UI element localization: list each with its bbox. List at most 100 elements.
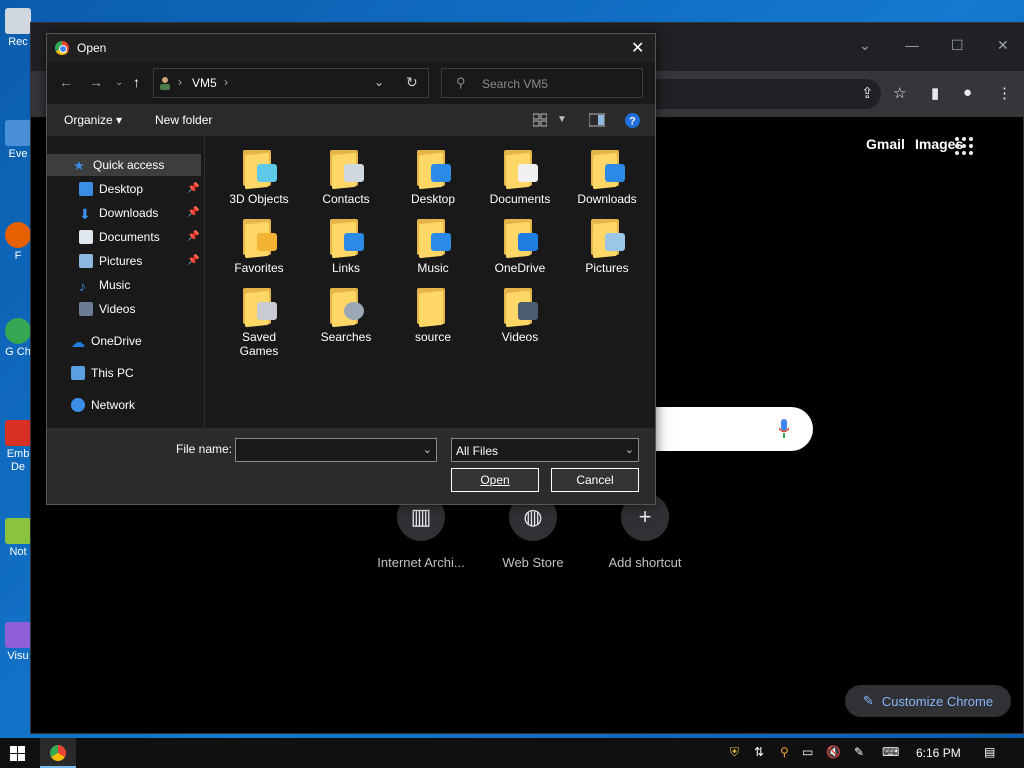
recent-locations-chevron-icon[interactable]: ⌄	[115, 77, 123, 88]
open-button[interactable]: Open	[451, 468, 539, 492]
menu-kebab-icon[interactable]: ⋮	[997, 84, 1012, 102]
gmail-link[interactable]: Gmail	[866, 136, 905, 152]
side-panel-icon[interactable]: ▮	[931, 84, 939, 102]
folder-saved-games[interactable]: Saved Games	[216, 286, 302, 358]
cancel-button[interactable]: Cancel	[551, 468, 639, 492]
breadcrumb-vm5[interactable]: VM5	[192, 76, 217, 90]
display-icon[interactable]: ▭	[802, 745, 813, 759]
pin-icon: 📌	[187, 255, 200, 266]
folder-icon	[500, 148, 540, 190]
microphone-icon[interactable]	[779, 419, 789, 439]
nav-item-downloads[interactable]: ⬇ Downloads	[79, 203, 158, 223]
nav-this-pc[interactable]: This PC	[71, 363, 134, 383]
customize-chrome-label: Customize Chrome	[881, 693, 994, 709]
visual-studio-icon	[5, 622, 31, 648]
preview-pane-icon[interactable]	[589, 113, 605, 127]
nav-label: Documents	[99, 230, 160, 244]
folder-source[interactable]: source	[390, 286, 476, 344]
apps-grid-icon[interactable]	[955, 137, 973, 155]
folder-links[interactable]: Links	[303, 217, 389, 275]
organize-label: Organize	[64, 113, 113, 127]
folder-desktop[interactable]: Desktop	[390, 148, 476, 206]
profile-icon[interactable]: ●	[963, 84, 972, 101]
notifications-icon[interactable]: ▤	[984, 745, 995, 759]
network-icon	[71, 398, 85, 412]
folder-music[interactable]: Music	[390, 217, 476, 275]
folder-searches[interactable]: Searches	[303, 286, 389, 344]
folder-3d-objects[interactable]: 3D Objects	[216, 148, 302, 206]
film-icon	[79, 302, 93, 316]
folder-icon	[587, 148, 627, 190]
refresh-icon[interactable]: ↻	[406, 74, 418, 91]
nav-item-desktop[interactable]: Desktop	[79, 179, 143, 199]
nav-item-music[interactable]: ♪ Music	[79, 275, 130, 295]
folder-icon	[239, 286, 279, 328]
organize-button[interactable]: Organize ▾	[64, 113, 122, 127]
chrome-icon	[50, 745, 66, 761]
nav-item-documents[interactable]: Documents	[79, 227, 160, 247]
folder-favorites[interactable]: Favorites	[216, 217, 302, 275]
pen-icon[interactable]: ✎	[854, 745, 864, 759]
minimize-icon[interactable]: —	[905, 37, 919, 53]
folder-pictures[interactable]: Pictures	[564, 217, 650, 275]
folder-label: Pictures	[585, 261, 629, 275]
nav-label: Desktop	[99, 182, 144, 196]
volume-muted-icon[interactable]: 🔇	[826, 745, 841, 759]
address-bar[interactable]	[631, 79, 881, 109]
nav-label: This PC	[91, 366, 134, 380]
share-icon[interactable]: ⇪	[861, 84, 874, 102]
navigation-pane: ★ Quick access Desktop 📌 ⬇ Downloads 📌 D…	[47, 136, 205, 428]
chevron-down-icon[interactable]: ⌄	[859, 37, 871, 54]
back-arrow-icon[interactable]: ←	[59, 74, 73, 90]
nav-quick-access[interactable]: ★ Quick access	[73, 155, 164, 175]
folder-documents[interactable]: Documents	[477, 148, 563, 206]
search-tool-icon[interactable]: ⚲	[780, 745, 789, 759]
forward-arrow-icon[interactable]: →	[89, 74, 103, 90]
folder-icon	[413, 217, 453, 259]
help-icon[interactable]: ?	[625, 113, 640, 128]
folder-videos[interactable]: Videos	[477, 286, 563, 344]
chevron-right-icon[interactable]: ›	[224, 75, 228, 89]
clock[interactable]: 6:16 PM	[916, 746, 961, 760]
address-bar[interactable]: › VM5 › ⌄ ↻	[153, 68, 429, 98]
maximize-icon[interactable]: ☐	[951, 37, 964, 54]
search-placeholder: Search VM5	[482, 77, 549, 91]
search-box[interactable]: ⚲ Search VM5	[441, 68, 643, 98]
folder-label: Links	[331, 261, 360, 275]
taskbar-chrome-button[interactable]	[40, 738, 76, 768]
address-dropdown-chevron-icon[interactable]: ⌄	[374, 75, 384, 89]
nav-item-videos[interactable]: Videos	[79, 299, 135, 319]
folder-contacts[interactable]: Contacts	[303, 148, 389, 206]
close-icon[interactable]: ✕	[631, 38, 644, 58]
keyboard-icon[interactable]: ⌨	[882, 745, 899, 759]
chevron-down-icon[interactable]: ⌄	[423, 443, 432, 456]
pencil-icon: ✎	[862, 693, 874, 708]
shield-icon[interactable]: ⛨	[730, 745, 739, 760]
file-name-field[interactable]: ⌄	[235, 438, 437, 462]
view-dropdown-icon[interactable]: ▼	[557, 114, 567, 125]
folder-icon	[413, 286, 453, 328]
folder-downloads[interactable]: Downloads	[564, 148, 650, 206]
file-type-select[interactable]: All Files ⌄	[451, 438, 639, 462]
new-folder-button[interactable]: New folder	[155, 113, 212, 127]
nav-onedrive[interactable]: ☁ OneDrive	[71, 331, 142, 351]
folder-label: OneDrive	[494, 261, 546, 275]
folder-label: Contacts	[322, 192, 370, 206]
customize-chrome-button[interactable]: ✎ Customize Chrome	[845, 685, 1011, 717]
app-icon	[5, 120, 31, 146]
network-icon[interactable]: ⇅	[754, 745, 764, 759]
cancel-button-label: Cancel	[576, 473, 614, 487]
nav-item-pictures[interactable]: Pictures	[79, 251, 142, 271]
up-arrow-icon[interactable]: ↑	[133, 74, 140, 90]
cloud-icon: ☁	[71, 334, 85, 350]
folder-onedrive[interactable]: OneDrive	[477, 217, 563, 275]
close-icon[interactable]: ✕	[997, 37, 1009, 54]
bookmark-star-icon[interactable]: ☆	[893, 84, 906, 102]
nav-label: Music	[99, 278, 131, 292]
windows-start-icon[interactable]	[10, 746, 25, 761]
search-icon: ⚲	[456, 75, 466, 90]
view-options-icon[interactable]	[533, 113, 547, 127]
pin-icon: 📌	[187, 207, 200, 218]
nav-network[interactable]: Network	[71, 395, 135, 415]
nav-label: Network	[91, 398, 136, 412]
